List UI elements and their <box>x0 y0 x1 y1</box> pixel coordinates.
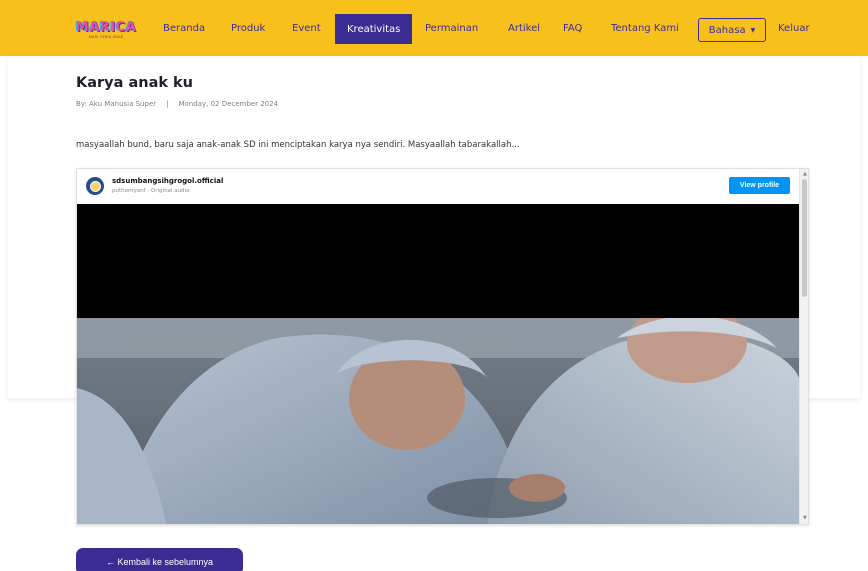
post-meta: By: Aku Manusia Super | Monday, 02 Decem… <box>76 100 278 108</box>
language-dropdown[interactable]: Bahasa ▼ <box>698 18 766 42</box>
nav-kreativitas[interactable]: Kreativitas <box>335 14 413 44</box>
scroll-down-icon[interactable]: ▼ <box>803 515 807 521</box>
post-author: By: Aku Manusia Super <box>76 100 157 108</box>
nav-permainan[interactable]: Permainan <box>425 0 478 56</box>
nav-event[interactable]: Event <box>292 0 321 56</box>
nav-produk[interactable]: Produk <box>231 0 265 56</box>
video-letterbox <box>77 204 799 318</box>
embed-header: sdsumbangsihgrogol.official puthornyanf … <box>77 169 799 205</box>
nav-beranda[interactable]: Beranda <box>163 0 205 56</box>
school-logo-icon[interactable] <box>86 177 104 195</box>
video-thumbnail[interactable] <box>77 318 799 524</box>
page-title: Karya anak ku <box>76 75 194 91</box>
logo-tagline: MARI CERIA ANAK <box>88 34 124 39</box>
chevron-down-icon: ▼ <box>750 26 756 34</box>
language-label: Bahasa <box>708 24 746 36</box>
nav-tentang-kami[interactable]: Tentang Kami <box>611 0 679 56</box>
nav-artikel[interactable]: Artikel <box>508 0 540 56</box>
scrollbar-thumb[interactable] <box>802 179 807 297</box>
embed-scrollbar[interactable]: ▲ ▼ <box>799 169 808 524</box>
instagram-embed[interactable]: sdsumbangsihgrogol.official puthornyanf … <box>76 168 809 525</box>
scroll-up-icon[interactable]: ▲ <box>803 171 807 177</box>
post-body: masyaallah bund, baru saja anak-anak SD … <box>76 140 520 150</box>
embed-subtitle: puthornyanf · Original audio <box>112 188 190 194</box>
view-profile-button[interactable]: View profile <box>729 177 790 194</box>
brand-logo[interactable]: MARICA MARI CERIA ANAK <box>74 17 138 41</box>
nav-keluar[interactable]: Keluar <box>778 0 810 56</box>
post-date: Monday, 02 December 2024 <box>178 100 279 108</box>
logo-text: MARICA <box>75 19 137 35</box>
top-navbar: MARICA MARI CERIA ANAK Beranda Produk Ev… <box>0 0 868 56</box>
nav-faq[interactable]: FAQ <box>563 0 582 56</box>
embed-username[interactable]: sdsumbangsihgrogol.official <box>112 177 223 185</box>
meta-separator: | <box>166 100 169 108</box>
back-button[interactable]: ← Kembali ke sebelumnya <box>76 548 243 571</box>
video-still-image <box>77 318 799 524</box>
